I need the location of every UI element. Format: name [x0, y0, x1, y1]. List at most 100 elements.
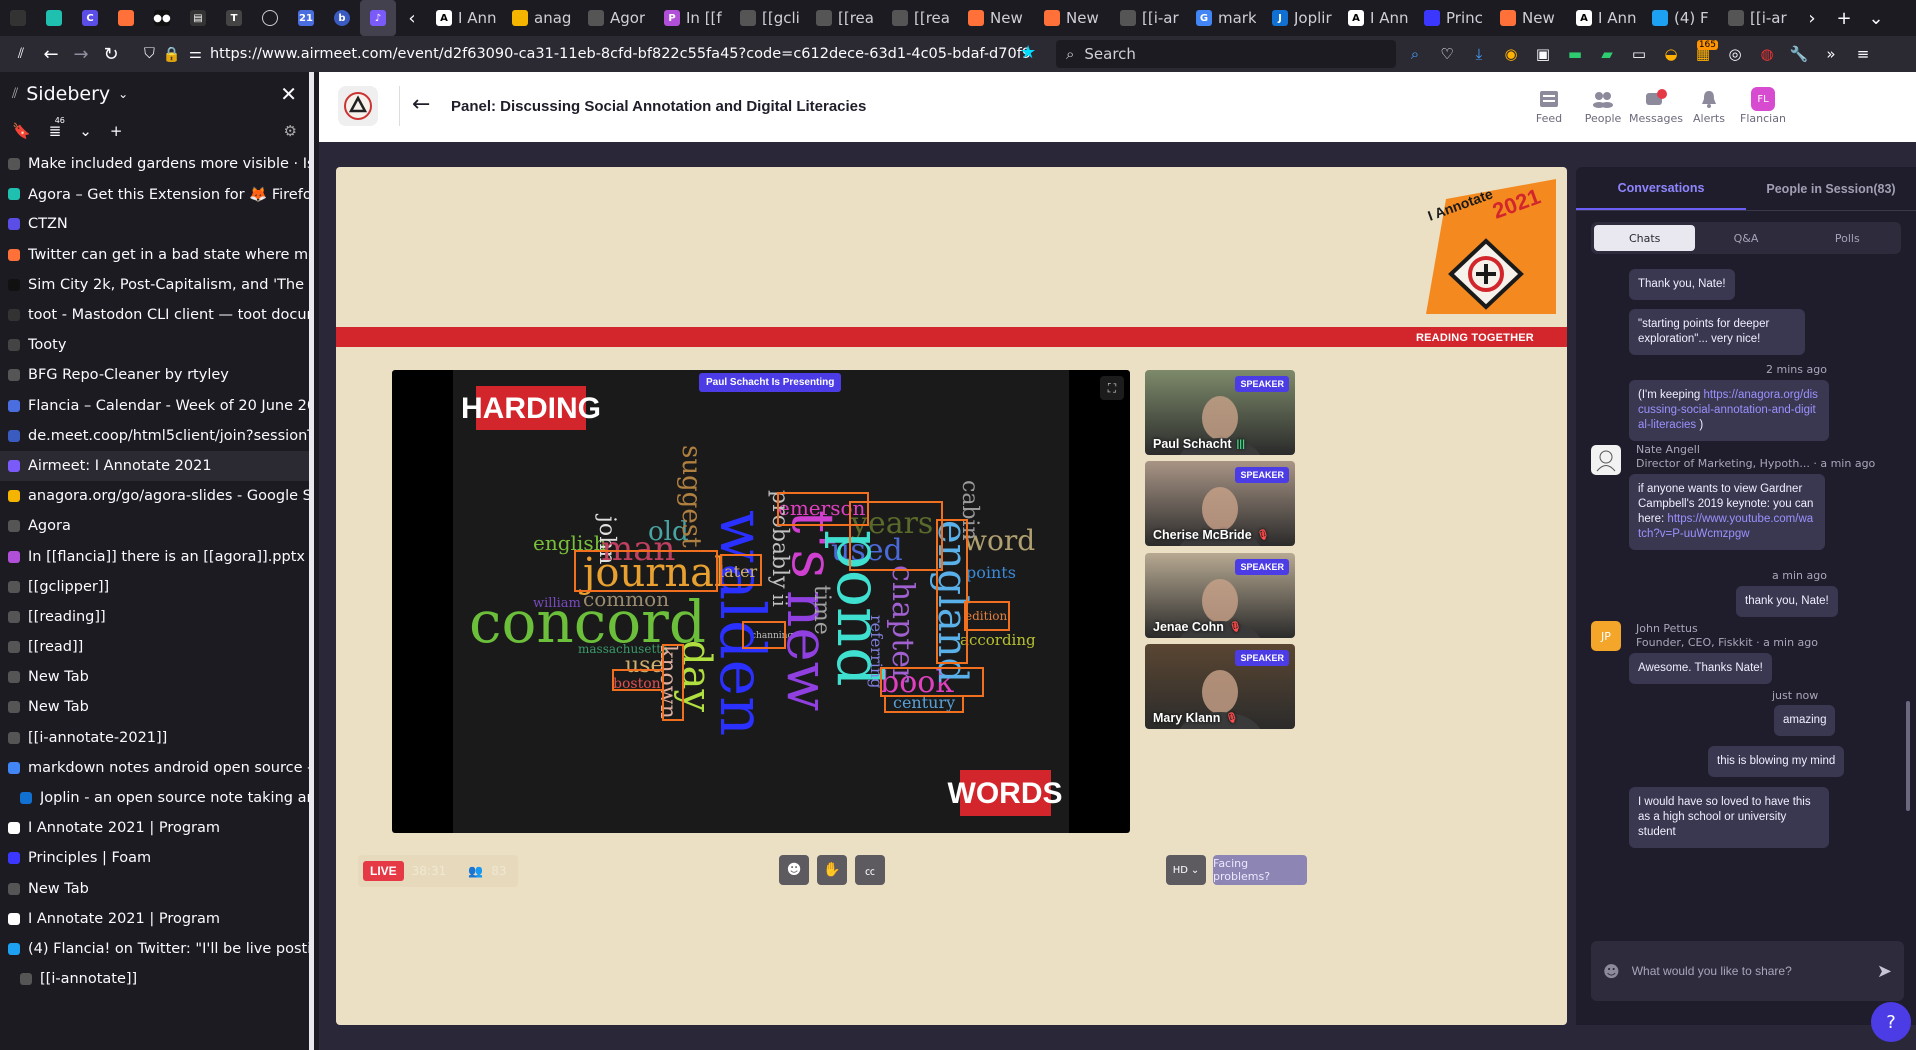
sidebar-tab-item[interactable]: Airmeet: I Annotate 2021: [0, 450, 309, 482]
subtab-polls[interactable]: Polls: [1797, 225, 1898, 251]
sender-name[interactable]: John Pettus: [1636, 622, 1698, 636]
browser-tab[interactable]: [[i-ar: [1720, 0, 1796, 36]
extension-display-icon[interactable]: ▬: [1562, 40, 1588, 68]
sidebar-tab-item[interactable]: Joplin - an open source note taking and …: [0, 783, 309, 813]
browser-tab[interactable]: Gmark: [1188, 0, 1264, 36]
permissions-icon[interactable]: ⚌: [189, 46, 202, 62]
browser-tab[interactable]: New: [1036, 0, 1112, 36]
sidebar-tab-item[interactable]: [[reading]]: [0, 602, 309, 632]
extension-badge-icon[interactable]: ▦ 165: [1690, 40, 1718, 68]
speaker-tile[interactable]: SPEAKER Mary Klann 🎙: [1145, 644, 1295, 729]
help-button[interactable]: ?: [1871, 1002, 1911, 1042]
browser-tab[interactable]: Princ: [1416, 0, 1492, 36]
bookmarks-panel-icon[interactable]: 🔖: [12, 122, 31, 140]
pinned-tab-9[interactable]: 21: [288, 0, 324, 36]
sidebar-tab-item[interactable]: Flancia – Calendar - Week of 20 June 202…: [0, 391, 309, 421]
pinned-tab-1[interactable]: [0, 0, 36, 36]
speaker-tile[interactable]: SPEAKER Paul Schacht |||: [1145, 370, 1295, 455]
extension-amber-icon[interactable]: ◉: [1498, 40, 1524, 68]
avatar[interactable]: JP: [1591, 621, 1621, 651]
subtab-chats[interactable]: Chats: [1594, 225, 1696, 251]
sidebar-tab-item[interactable]: anagora.org/go/agora-slides - Google Sli…: [0, 481, 309, 511]
emoji-picker-icon[interactable]: ☻: [1603, 962, 1620, 981]
sidebar-tab-item[interactable]: [[gclipper]]: [0, 572, 309, 602]
sidebar-tab-item[interactable]: markdown notes android open source - Goo: [0, 753, 309, 783]
nav-feed[interactable]: Feed: [1519, 86, 1579, 125]
sender-name[interactable]: Nate Angell: [1636, 443, 1700, 457]
chat-input[interactable]: [1631, 964, 1865, 978]
browser-tab[interactable]: [[i-ar: [1112, 0, 1188, 36]
quality-selector[interactable]: HD ⌄: [1166, 855, 1206, 885]
address-bar[interactable]: ⛉ 🔒 ⚌ https://www.airmeet.com/event/d2f6…: [144, 41, 1044, 67]
facing-problems-button[interactable]: Facing problems?: [1213, 855, 1307, 885]
raise-hand-button[interactable]: ✋: [817, 855, 847, 885]
pocket-icon[interactable]: ♡: [1434, 40, 1460, 68]
overflow-chevrons-icon[interactable]: »: [1818, 40, 1844, 68]
browser-tab[interactable]: (4) F: [1644, 0, 1720, 36]
nav-profile[interactable]: FL Flancian: [1733, 86, 1793, 125]
pinned-tab-8[interactable]: [252, 0, 288, 36]
sidebar-tab-item[interactable]: New Tab: [0, 692, 309, 722]
browser-tab[interactable]: J Joplir: [1264, 0, 1340, 36]
pinned-tab-4[interactable]: [108, 0, 144, 36]
browser-tab[interactable]: A I Ann: [1568, 0, 1644, 36]
extension-note-icon[interactable]: ▭: [1626, 40, 1652, 68]
reload-icon[interactable]: ↻: [96, 39, 126, 69]
app-menu-icon[interactable]: ≡: [1850, 40, 1876, 68]
sidebar-tab-item[interactable]: CTZN: [0, 209, 309, 239]
pinned-tab-10[interactable]: b: [324, 0, 360, 36]
zoom-search-icon[interactable]: ⌕: [1402, 40, 1428, 68]
chat-scrollbar[interactable]: [1906, 701, 1910, 811]
extension-wrench-icon[interactable]: 🔧: [1786, 40, 1812, 68]
pinned-tab-5[interactable]: ●●: [144, 0, 180, 36]
browser-tab[interactable]: New: [1492, 0, 1568, 36]
scroll-tabs-left-icon[interactable]: ‹: [396, 0, 428, 36]
speaker-tile[interactable]: SPEAKER Cherise McBride 🎙: [1145, 461, 1295, 546]
extension-eye-icon[interactable]: ◎: [1722, 40, 1748, 68]
extension-red-icon[interactable]: ◍: [1754, 40, 1780, 68]
captions-button[interactable]: ㏄: [855, 855, 885, 885]
sidebar-toggle-icon[interactable]: ⫽: [6, 39, 36, 69]
pinned-tab-7[interactable]: T: [216, 0, 252, 36]
sidebar-tab-item[interactable]: [[read]]: [0, 632, 309, 662]
sidebar-tab-item[interactable]: New Tab: [0, 662, 309, 692]
pinned-tab-airmeet[interactable]: ♪: [360, 0, 396, 36]
bookmark-star-icon[interactable]: ★: [1020, 42, 1036, 63]
forward-icon[interactable]: →: [66, 39, 96, 69]
send-icon[interactable]: ➤: [1877, 961, 1892, 982]
nav-alerts[interactable]: Alerts: [1679, 86, 1739, 125]
nav-messages[interactable]: Messages: [1626, 86, 1686, 125]
new-tab-icon[interactable]: +: [110, 122, 123, 140]
sidebar-title[interactable]: Sidebery: [26, 83, 110, 105]
sidebar-tab-item[interactable]: de.meet.coop/html5client/join?sessionTok…: [0, 421, 309, 451]
back-arrow-icon[interactable]: ←: [412, 92, 430, 117]
sidebar-tab-item[interactable]: Principles | Foam: [0, 843, 309, 873]
pinned-tab-3[interactable]: C: [72, 0, 108, 36]
browser-tab[interactable]: [[rea: [808, 0, 884, 36]
search-bar[interactable]: ⌕ Search: [1056, 40, 1396, 68]
browser-tab[interactable]: A I Ann: [428, 0, 504, 36]
new-tab-icon[interactable]: +: [1828, 0, 1860, 36]
sidebar-tab-item[interactable]: toot - Mastodon CLI client — toot docume…: [0, 300, 309, 330]
chevron-down-icon[interactable]: ⌄: [118, 87, 128, 101]
gear-icon[interactable]: ⚙: [284, 122, 297, 140]
sidebar-tab-item[interactable]: Make included gardens more visible · Iss…: [0, 149, 309, 179]
browser-tab[interactable]: P In [[f: [656, 0, 732, 36]
sidebar-tab-item[interactable]: Sim City 2k, Post-Capitalism, and 'The F…: [0, 270, 309, 300]
avatar[interactable]: [1591, 445, 1621, 475]
url-text[interactable]: https://www.airmeet.com/event/d2f63090-c…: [210, 46, 1031, 62]
shield-icon[interactable]: ⛉: [144, 46, 155, 62]
sidebar-tab-item[interactable]: [[i-annotate-2021]]: [0, 723, 309, 753]
extension-burger-icon[interactable]: ◒: [1658, 40, 1684, 68]
downloads-icon[interactable]: ⤓: [1466, 40, 1492, 68]
sidebar-tab-item[interactable]: BFG Repo-Cleaner by rtyley: [0, 360, 309, 390]
extension-green-icon[interactable]: ▰: [1594, 40, 1620, 68]
sidebar-tab-item[interactable]: (4) Flancia! on Twitter: "I'll be live p…: [0, 934, 309, 964]
list-all-tabs-icon[interactable]: ⌄: [1860, 0, 1892, 36]
browser-tab[interactable]: anag: [504, 0, 580, 36]
event-logo[interactable]: [338, 86, 378, 126]
tabs-panel-icon[interactable]: ≣ 46: [49, 116, 65, 140]
scroll-tabs-right-icon[interactable]: ›: [1796, 0, 1828, 36]
pinned-tab-2[interactable]: [36, 0, 72, 36]
lock-icon[interactable]: 🔒: [163, 46, 181, 63]
